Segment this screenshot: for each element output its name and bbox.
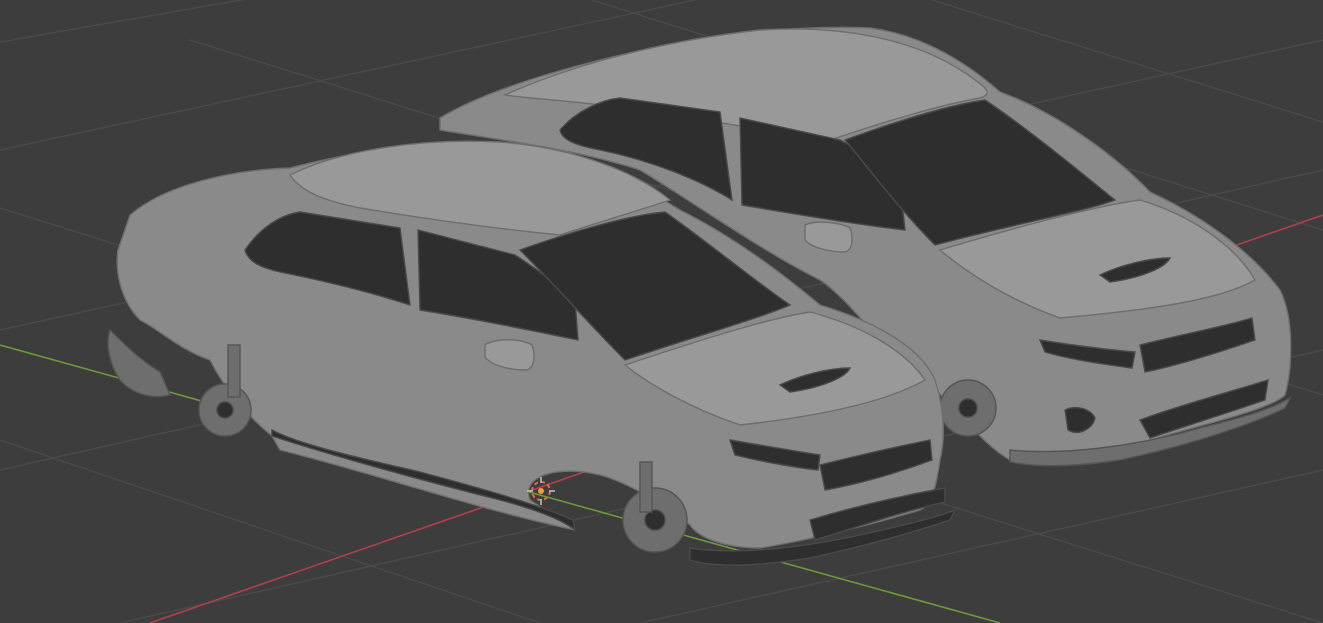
front-suspension — [639, 461, 653, 513]
rear-suspension — [227, 344, 241, 398]
front-wheel-center — [958, 398, 978, 418]
viewport-canvas[interactable] — [0, 0, 1323, 623]
front-brake-center — [644, 509, 666, 531]
3d-viewport[interactable] — [0, 0, 1323, 623]
rear-brake-center — [216, 401, 234, 419]
cursor-dot — [538, 488, 544, 494]
